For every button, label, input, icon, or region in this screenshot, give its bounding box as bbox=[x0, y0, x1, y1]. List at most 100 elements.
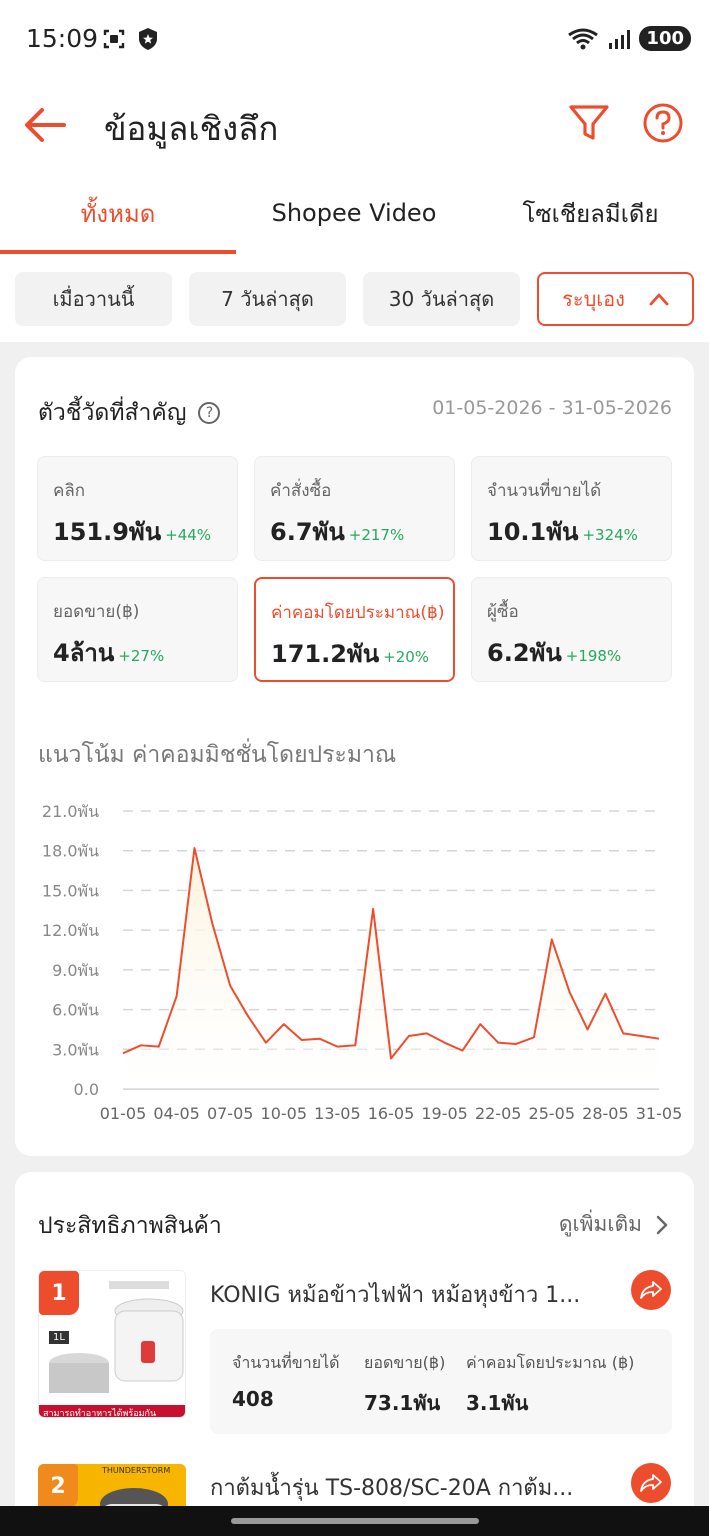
y-tick-label: 18.0พัน bbox=[42, 842, 99, 861]
data-point bbox=[156, 1044, 162, 1050]
metric-label: จำนวนที่ขายได้ bbox=[487, 481, 602, 501]
rank-badge: 2 bbox=[38, 1464, 78, 1508]
data-point bbox=[209, 921, 215, 927]
commission-trend-chart[interactable]: 0.0 3.0พัน 6.0พัน 9.0พัน 12.0พัน 15.0พัน 18.0พ… bbox=[15, 787, 694, 1147]
metric-change: +27% bbox=[118, 647, 165, 665]
range-yesterday-button[interactable]: เมื่อวานนี้ bbox=[15, 272, 172, 326]
metric-buyers[interactable]: ผู้ซื้อ 6.2พัน +198% bbox=[471, 577, 672, 682]
home-indicator[interactable] bbox=[231, 1518, 479, 1524]
metric-change: +217% bbox=[348, 526, 405, 544]
stat-value: 3.1พัน bbox=[466, 1391, 529, 1415]
data-point bbox=[424, 1030, 430, 1036]
share-icon bbox=[640, 1281, 662, 1299]
performance-title: ประสิทธิภาพสินค้า bbox=[38, 1213, 222, 1239]
metric-change: +198% bbox=[565, 647, 622, 665]
tab-all[interactable]: ทั้งหมด bbox=[0, 170, 236, 256]
shield-icon bbox=[139, 28, 157, 50]
share-button[interactable] bbox=[631, 1270, 671, 1310]
data-point bbox=[281, 1021, 287, 1027]
share-button[interactable] bbox=[631, 1463, 671, 1503]
metric-est-commission[interactable]: ค่าคอมโดยประมาณ(฿) 171.2พัน +20% bbox=[254, 577, 455, 682]
x-tick-label: 10-05 bbox=[261, 1104, 308, 1123]
page-title: ข้อมูลเชิงลึก bbox=[104, 109, 279, 148]
help-button[interactable] bbox=[640, 100, 686, 146]
filter-button[interactable] bbox=[566, 100, 612, 146]
x-tick-label: 31-05 bbox=[636, 1104, 683, 1123]
data-point bbox=[191, 845, 197, 851]
metric-sales[interactable]: ยอดขาย(฿) 4ล้าน +27% bbox=[37, 577, 238, 682]
status-time: 15:09 bbox=[26, 24, 99, 53]
data-point bbox=[638, 1033, 644, 1039]
data-point bbox=[531, 1034, 537, 1040]
screenshot-icon bbox=[103, 29, 125, 49]
tab-bar: ทั้งหมด Shopee Video โซเชียลมีเดีย bbox=[0, 170, 709, 256]
metric-change: +20% bbox=[383, 648, 430, 666]
x-tick-label: 19-05 bbox=[421, 1104, 468, 1123]
navigation-bar bbox=[0, 1506, 709, 1536]
data-point bbox=[245, 1013, 251, 1019]
stat-label: ค่าคอมโดยประมาณ (฿) bbox=[466, 1353, 635, 1372]
data-point bbox=[442, 1040, 448, 1046]
metric-value: 6.7พัน bbox=[270, 518, 345, 546]
chevron-right-icon bbox=[656, 1215, 668, 1234]
metric-value-row: 171.2พัน +20% bbox=[271, 634, 429, 673]
metric-orders[interactable]: คำสั่งซื้อ 6.7พัน +217% bbox=[254, 456, 455, 561]
back-button[interactable] bbox=[22, 102, 68, 148]
product-name[interactable]: KONIG หม้อข้าวไฟฟ้า หม้อหุงข้าว 1... bbox=[210, 1277, 620, 1312]
data-point bbox=[513, 1041, 519, 1047]
metric-value-row: 6.2พัน +198% bbox=[487, 633, 621, 672]
range-custom-button[interactable]: ระบุเอง bbox=[537, 272, 694, 326]
range-30-days-button[interactable]: 30 วันล่าสุด bbox=[363, 272, 520, 326]
data-point bbox=[299, 1037, 305, 1043]
metrics-header: ตัวชี้วัดที่สำคัญ ? bbox=[38, 395, 221, 431]
stat-label: จำนวนที่ขายได้ bbox=[232, 1353, 340, 1372]
wifi-icon bbox=[568, 28, 599, 49]
data-point bbox=[352, 1042, 358, 1048]
range-7-days-button[interactable]: 7 วันล่าสุด bbox=[189, 272, 346, 326]
chevron-up-icon bbox=[649, 293, 669, 306]
metrics-date-range: 01-05-2026 - 31-05-2026 bbox=[432, 397, 672, 419]
status-system-icons: 100 bbox=[567, 26, 691, 51]
product-image[interactable]: 1L สามารถทำอาหารได้พร้อมกัน 1 bbox=[38, 1270, 186, 1418]
metric-label: ผู้ซื้อ bbox=[487, 602, 519, 622]
data-point bbox=[227, 983, 233, 989]
y-tick-label: 6.0พัน bbox=[52, 1001, 99, 1020]
y-tick-label: 0.0 bbox=[74, 1080, 99, 1099]
data-point bbox=[388, 1056, 394, 1062]
metric-items-sold[interactable]: จำนวนที่ขายได้ 10.1พัน +324% bbox=[471, 456, 672, 561]
rank-badge: 1 bbox=[39, 1271, 79, 1315]
capacity-tag: 1L bbox=[49, 1331, 69, 1344]
date-range-selector: เมื่อวานนี้ 7 วันล่าสุด 30 วันล่าสุด ระบ… bbox=[0, 256, 709, 342]
metric-clicks[interactable]: คลิก 151.9พัน +44% bbox=[37, 456, 238, 561]
help-icon bbox=[643, 103, 683, 143]
metric-value-row: 151.9พัน +44% bbox=[53, 512, 211, 551]
battery-indicator: 100 bbox=[639, 26, 691, 51]
data-point bbox=[656, 1036, 662, 1042]
product-name[interactable]: กาต้มน้ำรุ่น TS-808/SC-20A กาต้ม... bbox=[210, 1470, 620, 1505]
tab-social-media[interactable]: โซเชียลมีเดีย bbox=[472, 170, 709, 256]
product-performance-card: ประสิทธิภาพสินค้า ดูเพิ่มเติม 1L สามารถท… bbox=[15, 1172, 694, 1536]
metrics-title: ตัวชี้วัดที่สำคัญ bbox=[38, 400, 187, 426]
metric-value: 171.2พัน bbox=[271, 640, 380, 668]
data-point bbox=[138, 1042, 144, 1048]
y-tick-label: 21.0พัน bbox=[42, 802, 99, 821]
metric-label: ยอดขาย(฿) bbox=[53, 602, 140, 622]
x-tick-label: 16-05 bbox=[368, 1104, 415, 1123]
back-arrow-icon bbox=[25, 108, 66, 142]
data-point bbox=[585, 1026, 591, 1032]
data-point bbox=[174, 993, 180, 999]
see-more-link[interactable]: ดูเพิ่มเติม bbox=[559, 1208, 668, 1241]
metric-value-row: 4ล้าน +27% bbox=[53, 633, 164, 672]
data-point bbox=[477, 1021, 483, 1027]
data-point bbox=[406, 1033, 412, 1039]
x-tick-label: 25-05 bbox=[529, 1104, 576, 1123]
metric-value-row: 6.7พัน +217% bbox=[270, 512, 404, 551]
chart-title: แนวโน้ม ค่าคอมมิชชั่นโดยประมาณ bbox=[38, 742, 397, 768]
data-point bbox=[317, 1036, 323, 1042]
data-point bbox=[620, 1030, 626, 1036]
info-icon[interactable]: ? bbox=[198, 402, 221, 424]
data-point bbox=[459, 1048, 465, 1054]
tab-shopee-video[interactable]: Shopee Video bbox=[236, 170, 472, 256]
metric-label: ค่าคอมโดยประมาณ(฿) bbox=[271, 603, 445, 623]
range-custom-label: ระบุเอง bbox=[562, 287, 625, 311]
